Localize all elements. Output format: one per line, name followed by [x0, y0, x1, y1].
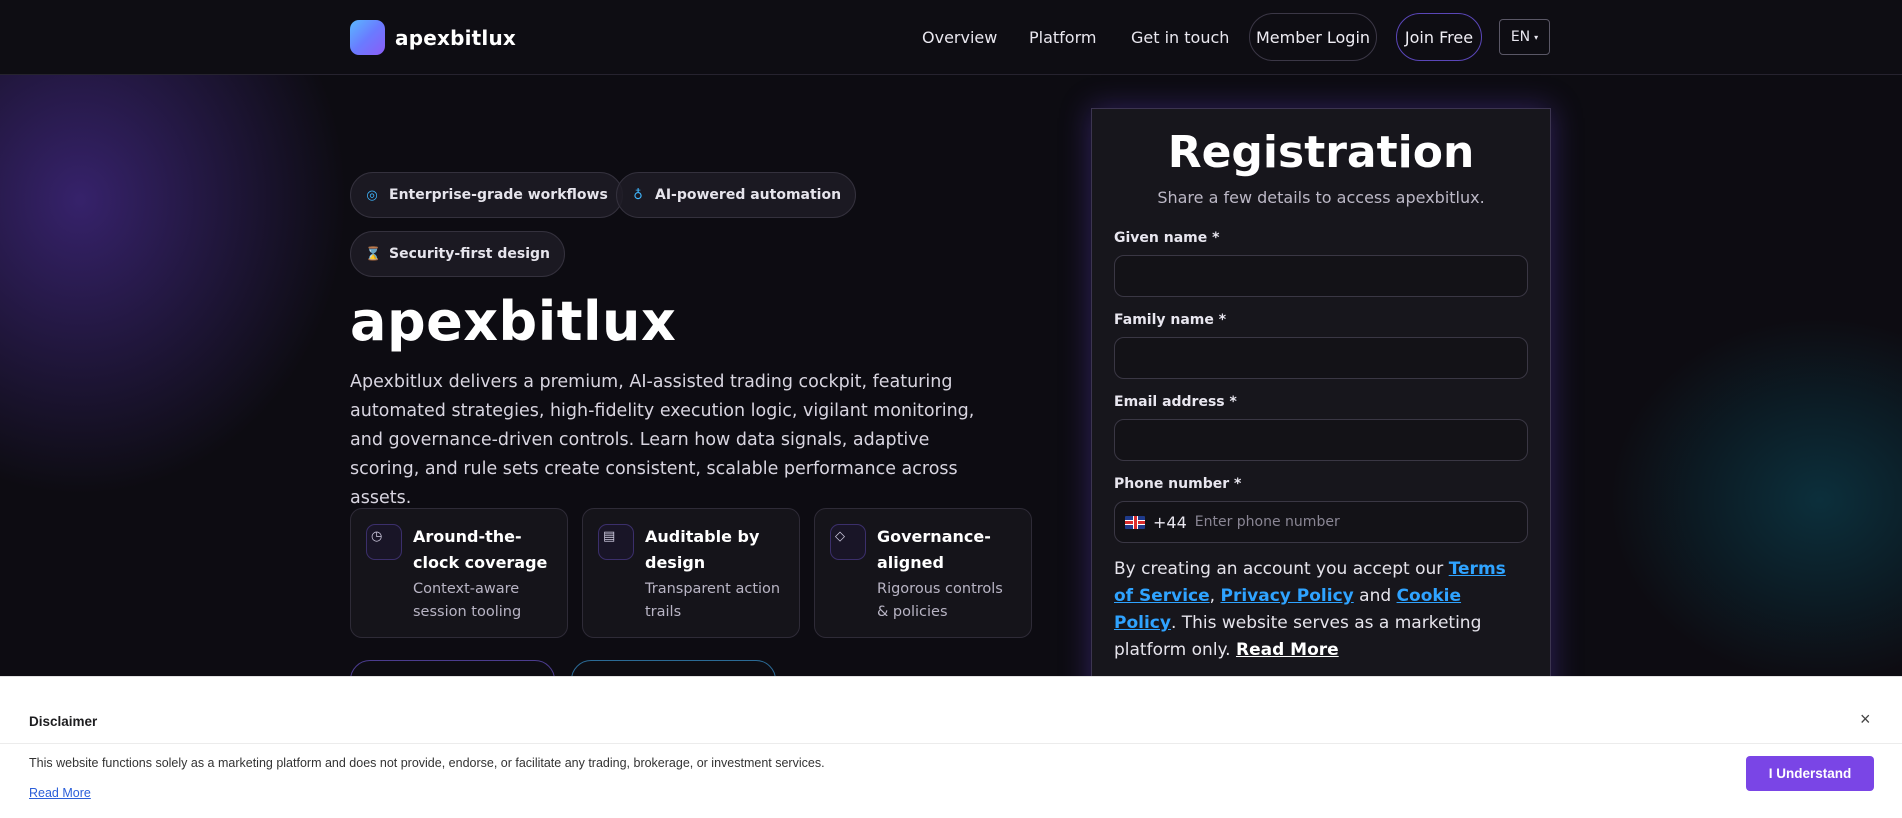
- feature-subtitle: Rigorous controls & policies: [877, 581, 1003, 620]
- join-free-button[interactable]: Join Free: [1396, 13, 1482, 61]
- phone-field: +44: [1114, 501, 1528, 543]
- diamond-icon: ◇: [830, 524, 866, 560]
- hero-title: apexbitlux: [350, 290, 677, 353]
- nav-overview[interactable]: Overview: [922, 28, 997, 47]
- logo-icon: [350, 20, 385, 55]
- site-header: apexbitlux Overview Platform Get in touc…: [0, 0, 1902, 75]
- email-field[interactable]: [1114, 419, 1528, 461]
- disclaimer-bar: Disclaimer × This website functions sole…: [0, 676, 1902, 818]
- feature-title: Auditable by design: [645, 527, 760, 572]
- registration-subtitle: Share a few details to access apexbitlux…: [1157, 188, 1485, 207]
- chip-label: Enterprise-grade workflows: [389, 187, 608, 203]
- nav-get-in-touch[interactable]: Get in touch: [1131, 28, 1229, 47]
- brand-name: apexbitlux: [395, 25, 517, 50]
- feature-title: Governance-aligned: [877, 527, 991, 572]
- chip-ai: ♁ AI-powered automation: [616, 172, 857, 218]
- clock-icon: ◷: [366, 524, 402, 560]
- chip-security: ⌛ Security-first design: [350, 231, 565, 277]
- close-icon[interactable]: ×: [1860, 709, 1871, 730]
- registration-title: Registration: [1167, 127, 1475, 178]
- chip-enterprise: ◎ Enterprise-grade workflows: [350, 172, 623, 218]
- lightbulb-icon: ♁: [633, 187, 643, 203]
- chip-label: Security-first design: [389, 246, 550, 262]
- consent-prefix: By creating an account you accept our: [1114, 559, 1449, 579]
- read-more-link[interactable]: Read More: [1236, 640, 1339, 660]
- given-name-label: Given name *: [1114, 230, 1220, 246]
- nav-platform[interactable]: Platform: [1029, 28, 1096, 47]
- i-understand-button[interactable]: I Understand: [1746, 756, 1874, 791]
- consent-separator: ,: [1209, 586, 1221, 606]
- registration-panel: Registration Share a few details to acce…: [1091, 108, 1551, 708]
- consent-and: and: [1353, 586, 1397, 606]
- feature-card-coverage: ◷ Around-the-clock coverage Context-awar…: [350, 508, 568, 638]
- feature-card-auditable: ▤ Auditable by design Transparent action…: [582, 508, 800, 638]
- phone-label: Phone number *: [1114, 476, 1242, 492]
- privacy-link[interactable]: Privacy Policy: [1220, 586, 1353, 606]
- document-icon: ▤: [598, 524, 634, 560]
- family-name-label: Family name *: [1114, 312, 1227, 328]
- disclaimer-read-more-link[interactable]: Read More: [29, 786, 91, 800]
- chip-label: AI-powered automation: [655, 187, 842, 203]
- uk-flag-icon[interactable]: [1125, 515, 1145, 529]
- disclaimer-title: Disclaimer: [29, 714, 98, 729]
- consent-text: By creating an account you accept our Te…: [1114, 556, 1528, 664]
- hero-description: Apexbitlux delivers a premium, AI-assist…: [350, 372, 975, 508]
- family-name-field[interactable]: [1114, 337, 1528, 379]
- check-circle-icon: ◎: [366, 187, 378, 203]
- feature-subtitle: Context-aware session tooling: [413, 581, 522, 620]
- given-name-field[interactable]: [1114, 255, 1528, 297]
- disclaimer-divider: [0, 743, 1902, 744]
- member-login-button[interactable]: Member Login: [1249, 13, 1377, 61]
- feature-subtitle: Transparent action trails: [645, 581, 781, 620]
- phone-input[interactable]: [1194, 514, 1495, 530]
- disclaimer-text: This website functions solely as a marke…: [29, 756, 825, 770]
- brand-logo[interactable]: apexbitlux: [350, 20, 516, 55]
- dial-code[interactable]: +44: [1153, 513, 1187, 532]
- feature-card-governance: ◇ Governance-aligned Rigorous controls &…: [814, 508, 1032, 638]
- hourglass-icon: ⌛: [365, 246, 382, 262]
- language-value: EN: [1510, 29, 1531, 45]
- chevron-down-icon: ▾: [1534, 32, 1539, 42]
- language-select[interactable]: EN ▾: [1499, 19, 1550, 55]
- email-label: Email address *: [1114, 394, 1237, 410]
- feature-title: Around-the-clock coverage: [413, 527, 548, 572]
